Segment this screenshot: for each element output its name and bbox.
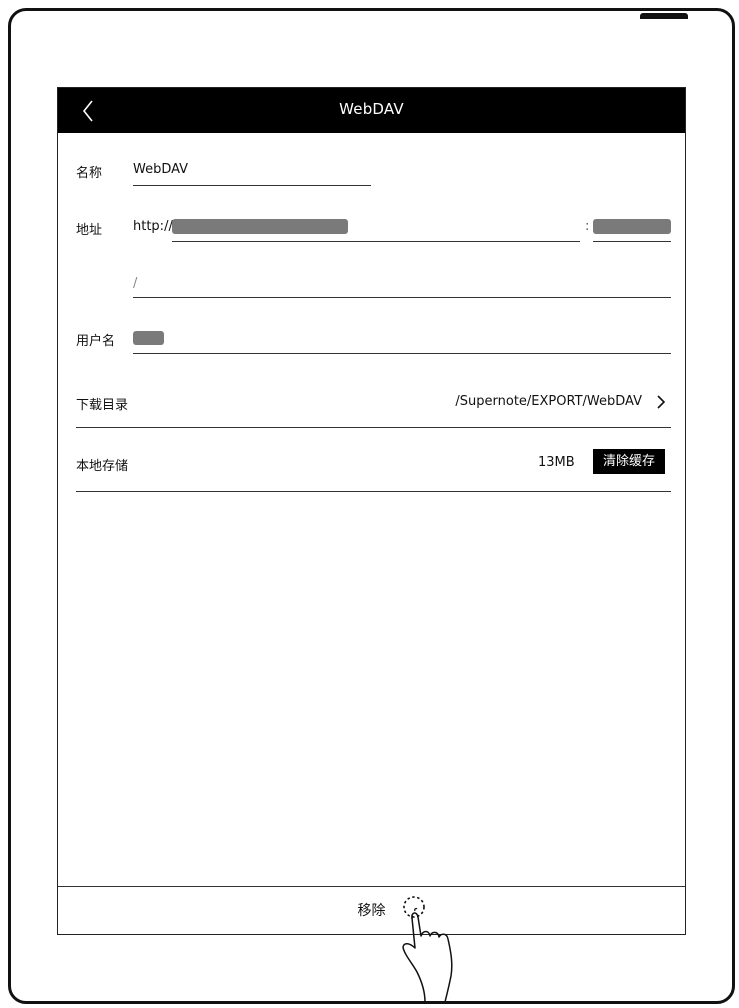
local-storage-label: 本地存储 (76, 459, 129, 474)
remove-button[interactable]: 移除 (58, 900, 685, 920)
title-bar: WebDAV (58, 88, 685, 133)
download-dir-divider (76, 427, 671, 428)
power-button (640, 13, 688, 19)
username-input[interactable] (133, 331, 164, 345)
clear-cache-button[interactable]: 清除缓存 (593, 449, 665, 474)
address-label: 地址 (76, 223, 103, 238)
port-underline (593, 241, 671, 242)
download-dir-chevron[interactable] (654, 393, 668, 411)
address-prefix: http:// (133, 219, 173, 234)
path-underline (133, 297, 671, 298)
port-separator: : (585, 219, 590, 234)
chevron-right-icon (657, 395, 666, 409)
download-dir-value[interactable]: /Supernote/EXPORT/WebDAV (455, 394, 642, 409)
page-title: WebDAV (339, 100, 404, 118)
download-dir-label: 下载目录 (76, 398, 129, 413)
bottom-bar: 移除 (58, 886, 685, 934)
path-input[interactable]: / (133, 276, 137, 291)
username-underline (133, 353, 671, 354)
port-input[interactable] (593, 219, 671, 234)
webdav-settings-screen: WebDAV 名称 WebDAV 地址 http:// : / 用户名 下载目录… (57, 87, 686, 935)
name-underline (133, 185, 371, 186)
storage-size: 13MB (538, 455, 575, 470)
tap-hand-icon (402, 896, 453, 1002)
host-underline (172, 241, 580, 242)
name-label: 名称 (76, 166, 103, 181)
host-input[interactable] (172, 219, 348, 234)
local-storage-divider (76, 491, 671, 492)
username-label: 用户名 (76, 334, 116, 349)
name-input[interactable]: WebDAV (133, 162, 188, 177)
